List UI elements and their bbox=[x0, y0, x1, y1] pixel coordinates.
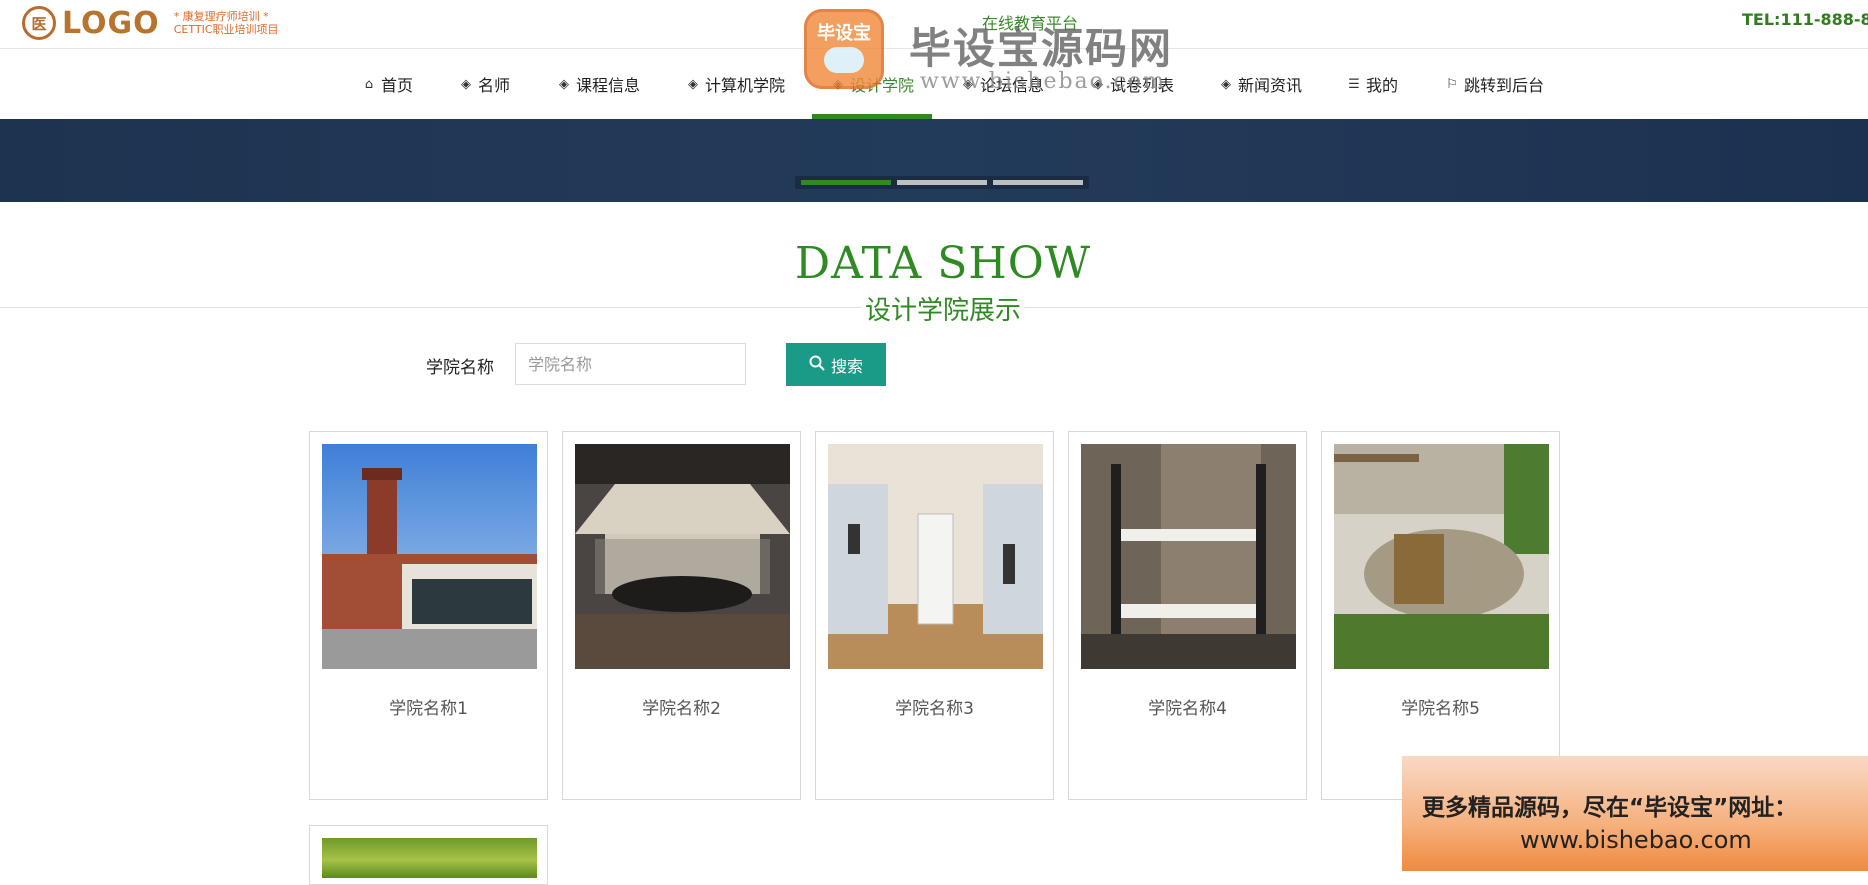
college-card[interactable]: 学院名称5 bbox=[1321, 431, 1560, 800]
logo-sub-line1: * 康复理疗师培训 * bbox=[173, 10, 269, 23]
search-input[interactable] bbox=[515, 343, 746, 385]
watermark-title: 毕设宝源码网 bbox=[909, 24, 1174, 73]
nav-item-label: 计算机学院 bbox=[705, 76, 786, 95]
watermark: 毕设宝 毕设宝源码网 www.bishebao.com bbox=[804, 9, 1184, 94]
logo[interactable]: 医 LOGO * 康复理疗师培训 * CETTIC职业培训项目 bbox=[22, 4, 279, 42]
layers-icon: ◈ bbox=[461, 76, 471, 92]
list-icon: ☰ bbox=[1348, 76, 1360, 92]
mascot-icon bbox=[824, 47, 864, 73]
watermark-badge: 毕设宝 bbox=[804, 9, 884, 89]
nav-item-courses[interactable]: ◈ 课程信息 bbox=[556, 49, 640, 119]
nav-item-label: 课程信息 bbox=[576, 76, 641, 95]
nav-item-label: 跳转到后台 bbox=[1464, 76, 1545, 95]
carousel-indicators bbox=[795, 176, 1089, 189]
layers-icon: ◈ bbox=[1221, 76, 1231, 92]
nav-item-news[interactable]: ◈ 新闻资讯 bbox=[1218, 49, 1302, 119]
logo-subtitle: * 康复理疗师培训 * CETTIC职业培训项目 bbox=[174, 10, 279, 36]
nav-item-label: 新闻资讯 bbox=[1238, 76, 1303, 95]
college-card[interactable]: 学院名称4 bbox=[1068, 431, 1307, 800]
home-icon: ⌂ bbox=[364, 76, 374, 92]
college-card[interactable]: 学院名称1 bbox=[309, 431, 548, 800]
nav-item-label: 我的 bbox=[1366, 76, 1399, 95]
college-image[interactable] bbox=[322, 444, 537, 669]
carousel-dot[interactable] bbox=[993, 180, 1083, 185]
college-name[interactable]: 学院名称5 bbox=[1322, 694, 1559, 719]
promo-banner[interactable]: 更多精品源码，尽在“毕设宝”网址： www.bishebao.com bbox=[1402, 756, 1868, 871]
college-card[interactable]: 学院名称3 bbox=[815, 431, 1054, 800]
college-name[interactable]: 学院名称1 bbox=[310, 694, 547, 719]
college-image[interactable] bbox=[322, 838, 537, 878]
college-card[interactable] bbox=[309, 825, 548, 885]
promo-url[interactable]: www.bishebao.com bbox=[1520, 826, 1752, 854]
college-name[interactable]: 学院名称3 bbox=[816, 694, 1053, 719]
nav-item-label: 名师 bbox=[478, 76, 511, 95]
nav-item-computer-college[interactable]: ◈ 计算机学院 bbox=[685, 49, 785, 119]
search-label: 学院名称 bbox=[426, 358, 494, 378]
logo-sub-line2: CETTIC职业培训项目 bbox=[173, 23, 279, 36]
college-card[interactable]: 学院名称2 bbox=[562, 431, 801, 800]
search-icon bbox=[809, 355, 825, 375]
telephone: TEL:111-888-88 bbox=[1742, 10, 1868, 29]
college-name[interactable]: 学院名称2 bbox=[563, 694, 800, 719]
nav-item-admin[interactable]: ⚐ 跳转到后台 bbox=[1444, 49, 1544, 119]
nav-item-mine[interactable]: ☰ 我的 bbox=[1346, 49, 1398, 119]
flag-icon: ⚐ bbox=[1446, 76, 1458, 92]
college-name[interactable]: 学院名称4 bbox=[1069, 694, 1306, 719]
section-title-en: DATA SHOW bbox=[794, 238, 1092, 289]
college-image[interactable] bbox=[1081, 444, 1296, 669]
college-image[interactable] bbox=[828, 444, 1043, 669]
layers-icon: ◈ bbox=[688, 76, 698, 92]
logo-emblem-icon: 医 bbox=[22, 6, 56, 40]
nav-item-teachers[interactable]: ◈ 名师 bbox=[458, 49, 510, 119]
search-button[interactable]: 搜索 bbox=[786, 343, 886, 386]
carousel-dot[interactable] bbox=[801, 180, 891, 185]
watermark-url: www.bishebao.com bbox=[920, 69, 1166, 94]
carousel-dot[interactable] bbox=[897, 180, 987, 185]
search-button-label: 搜索 bbox=[830, 356, 863, 376]
college-image[interactable] bbox=[575, 444, 790, 669]
logo-text: LOGO bbox=[62, 5, 160, 41]
nav-item-label: 首页 bbox=[381, 76, 414, 95]
layers-icon: ◈ bbox=[559, 76, 569, 92]
watermark-badge-text: 毕设宝 bbox=[817, 23, 871, 44]
banner-carousel[interactable] bbox=[0, 119, 1868, 202]
nav-item-home[interactable]: ⌂ 首页 bbox=[361, 49, 413, 119]
college-image[interactable] bbox=[1334, 444, 1549, 669]
section-title-cn: 设计学院展示 bbox=[862, 290, 1024, 327]
promo-line1: 更多精品源码，尽在“毕设宝”网址： bbox=[1422, 795, 1798, 821]
